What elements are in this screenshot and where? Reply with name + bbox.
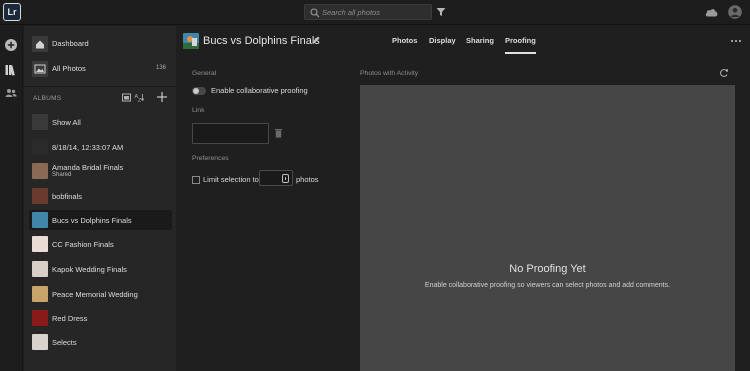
photos-icon bbox=[32, 61, 48, 77]
album-thumbnail bbox=[32, 236, 48, 252]
more-options-icon[interactable] bbox=[730, 39, 742, 43]
preferences-label: Preferences bbox=[192, 155, 229, 162]
sidebar-item-dashboard[interactable]: Dashboard bbox=[29, 33, 172, 55]
album-label: Peace Memorial Wedding bbox=[52, 290, 138, 299]
albums-tools: A Z bbox=[121, 92, 171, 106]
toggle-label: Enable collaborative proofing bbox=[211, 86, 308, 95]
search-input[interactable] bbox=[322, 6, 428, 18]
album-thumbnail bbox=[32, 334, 48, 350]
album-label: CC Fashion Finals bbox=[52, 240, 114, 249]
link-field[interactable] bbox=[192, 123, 269, 144]
tab-proofing[interactable]: Proofing bbox=[505, 36, 536, 54]
link-label: Link bbox=[192, 107, 205, 114]
people-icon[interactable] bbox=[4, 86, 18, 100]
proofing-toggle[interactable] bbox=[192, 87, 206, 95]
album-item[interactable]: CC Fashion Finals bbox=[29, 234, 172, 254]
search-icon bbox=[310, 8, 320, 18]
activity-panel: No Proofing Yet Enable collaborative pro… bbox=[360, 85, 735, 371]
limit-selection-label: Limit selection to bbox=[203, 175, 259, 184]
empty-state-subtitle: Enable collaborative proofing so viewers… bbox=[424, 282, 671, 289]
album-label: Bucs vs Dolphins Finals bbox=[52, 216, 132, 225]
limit-stepper[interactable] bbox=[259, 170, 293, 186]
sidebar-item-label: Dashboard bbox=[52, 39, 89, 48]
activity-label: Photos with Activity bbox=[360, 70, 419, 77]
album-item[interactable]: Red Dress bbox=[29, 308, 172, 328]
lightroom-logo[interactable]: Lr bbox=[3, 3, 21, 21]
album-thumbnail bbox=[183, 33, 199, 49]
album-thumbnail bbox=[32, 163, 48, 179]
tab-sharing[interactable]: Sharing bbox=[466, 36, 494, 45]
library-icon[interactable] bbox=[4, 63, 18, 77]
album-item[interactable]: Amanda Bridal Finals Shared bbox=[29, 161, 172, 181]
album-item[interactable]: Peace Memorial Wedding bbox=[29, 284, 172, 304]
albums-header: ALBUMS bbox=[33, 95, 62, 102]
refresh-icon[interactable] bbox=[719, 68, 729, 78]
filter-icon[interactable] bbox=[436, 7, 446, 17]
main-content: Bucs vs Dolphins Finals Photos Display S… bbox=[176, 26, 750, 371]
album-thumbnail bbox=[32, 139, 48, 155]
cloud-icon[interactable] bbox=[704, 6, 719, 18]
album-label: Red Dress bbox=[52, 314, 88, 323]
album-thumbnail bbox=[32, 310, 48, 326]
trash-icon[interactable] bbox=[274, 128, 283, 138]
album-label: Amanda Bridal Finals bbox=[52, 163, 124, 172]
album-thumbnail bbox=[32, 261, 48, 277]
album-shared-status: Shared bbox=[52, 172, 72, 178]
sort-icon[interactable]: A Z bbox=[134, 92, 145, 103]
tab-photos[interactable]: Photos bbox=[392, 36, 417, 45]
album-label: Kapok Wedding Finals bbox=[52, 265, 127, 274]
sidebar-item-all-photos[interactable]: All Photos 136 bbox=[29, 58, 172, 80]
sidebar: Dashboard All Photos 136 ALBUMS A Z Show… bbox=[24, 26, 176, 371]
album-item[interactable]: Kapok Wedding Finals bbox=[29, 259, 172, 279]
album-item[interactable]: 8/18/14, 12:33:07 AM bbox=[29, 137, 172, 157]
stepper-knob-icon[interactable] bbox=[282, 174, 289, 183]
general-label: General bbox=[192, 70, 217, 77]
show-all-icon bbox=[32, 114, 48, 130]
album-label: 8/18/14, 12:33:07 AM bbox=[52, 143, 124, 152]
album-item[interactable]: Selects bbox=[29, 332, 172, 352]
svg-text:Z: Z bbox=[138, 98, 141, 103]
left-rail bbox=[0, 26, 23, 371]
album-thumbnail bbox=[32, 286, 48, 302]
search-box[interactable] bbox=[304, 4, 432, 20]
album-item[interactable]: Show All bbox=[29, 112, 172, 132]
limit-selection-checkbox[interactable] bbox=[192, 176, 200, 184]
top-bar: Lr bbox=[0, 0, 750, 25]
divider bbox=[24, 86, 176, 87]
photo-count: 136 bbox=[155, 65, 166, 71]
photos-label: photos bbox=[296, 175, 319, 184]
tab-display[interactable]: Display bbox=[429, 36, 456, 45]
album-thumbnail bbox=[32, 188, 48, 204]
album-label: Show All bbox=[52, 118, 81, 127]
album-label: bobfinals bbox=[52, 192, 83, 201]
sidebar-item-label: All Photos bbox=[52, 64, 86, 73]
album-item[interactable]: Bucs vs Dolphins Finals bbox=[29, 210, 172, 230]
add-album-icon[interactable] bbox=[156, 91, 168, 103]
avatar-icon[interactable] bbox=[728, 5, 742, 19]
album-title: Bucs vs Dolphins Finals bbox=[203, 35, 320, 47]
album-item[interactable]: bobfinals bbox=[29, 186, 172, 206]
edit-title-icon[interactable] bbox=[311, 35, 321, 45]
album-label: Selects bbox=[52, 338, 77, 347]
add-icon[interactable] bbox=[4, 38, 18, 52]
empty-state-title: No Proofing Yet bbox=[509, 263, 586, 275]
album-view-icon[interactable] bbox=[121, 92, 132, 103]
home-icon bbox=[32, 36, 48, 52]
album-thumbnail bbox=[32, 212, 48, 228]
